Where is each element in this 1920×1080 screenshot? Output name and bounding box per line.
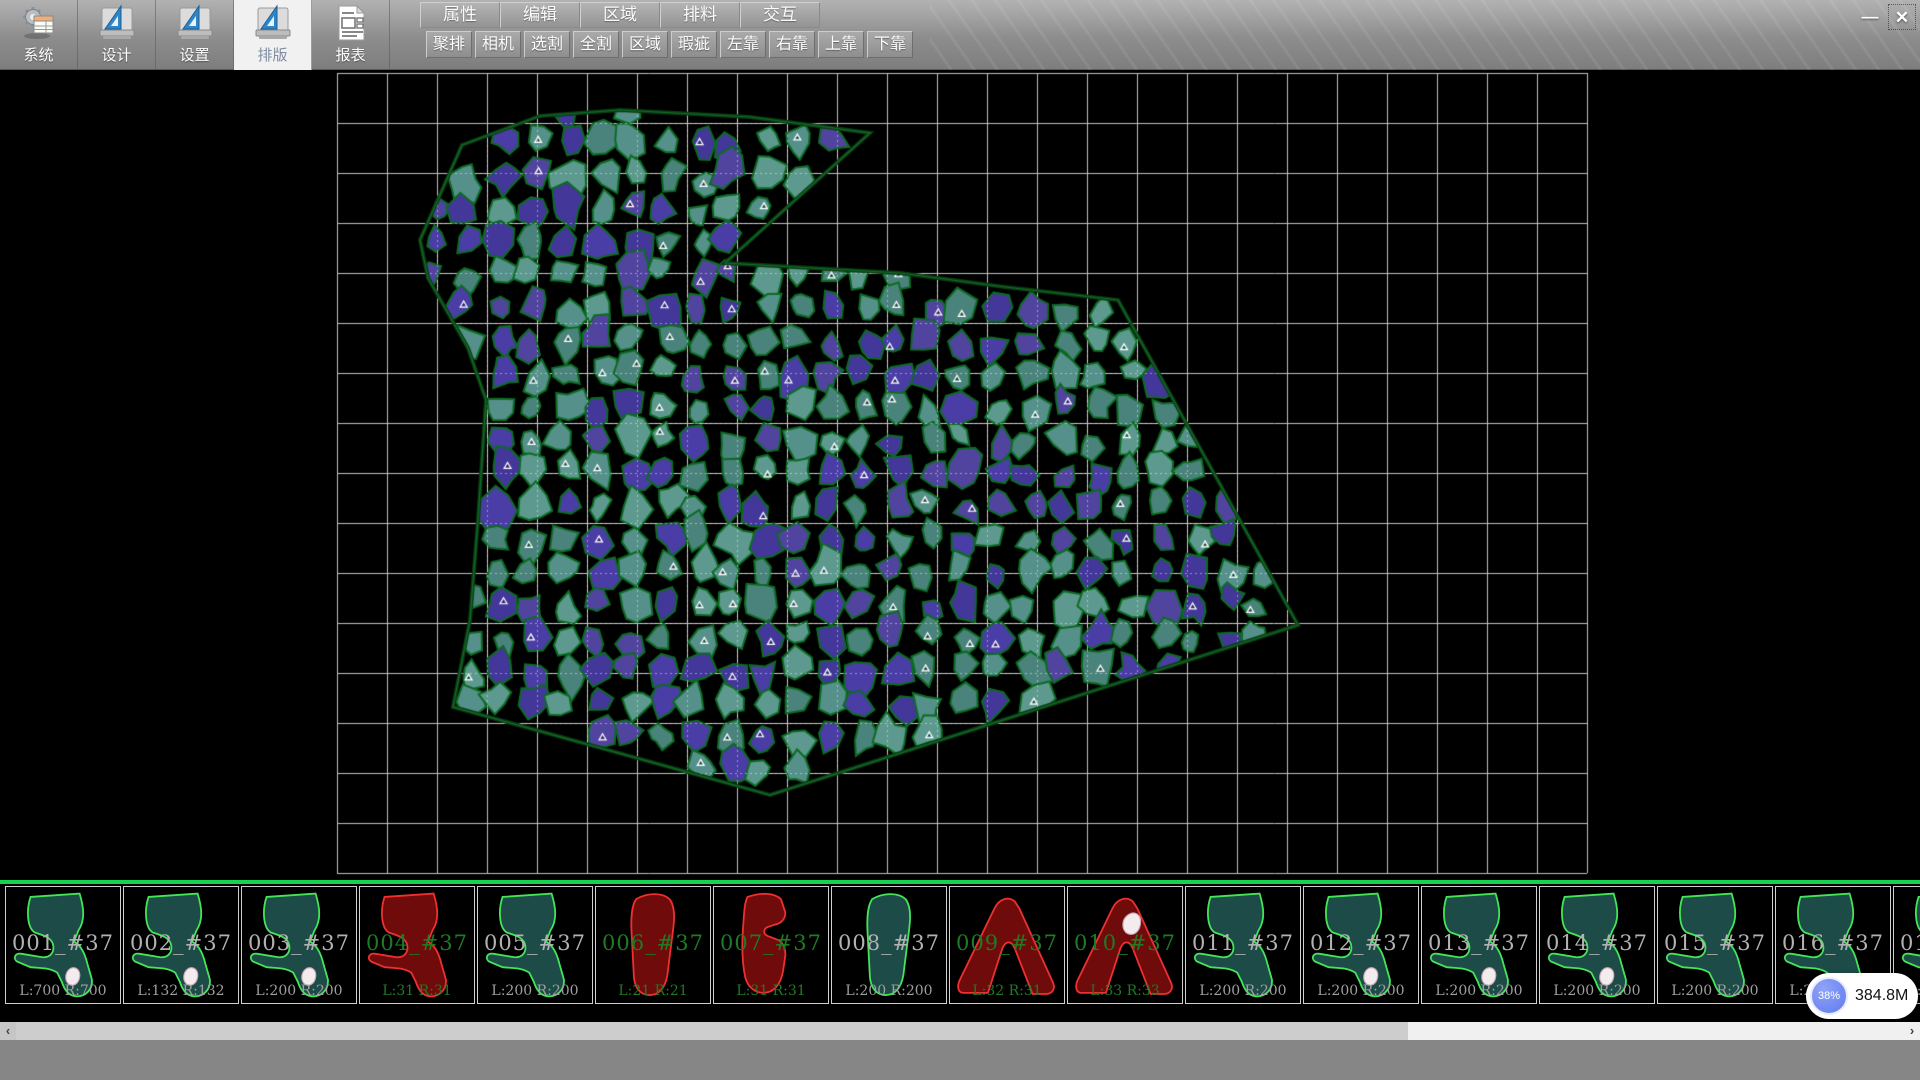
- thumbnail-cell[interactable]: 001_#37 L:700 R:700: [5, 886, 121, 1004]
- tool-button-camera[interactable]: 相机: [475, 31, 521, 58]
- thumbnail-cell[interactable]: 015_#37 L:200 R:200: [1657, 886, 1773, 1004]
- menu-tab-nesting[interactable]: 排料: [660, 2, 740, 28]
- thumbnail-id-label: 013_#37: [1422, 931, 1536, 955]
- left-toolbar: 系统 设计 设置 排版 报表: [0, 0, 390, 70]
- thumbnail-lr-count: L:200 R:200: [478, 983, 592, 999]
- thumbnail-lr-count: L:200 R:200: [1422, 983, 1536, 999]
- scrollbar-thumb[interactable]: [16, 1022, 1408, 1040]
- minimize-button[interactable]: —: [1856, 4, 1884, 30]
- horizontal-scrollbar[interactable]: ‹ ›: [0, 1022, 1920, 1040]
- status-badge: 38% 384.8M: [1806, 973, 1918, 1019]
- thumbnail-id-label: 008_#37: [832, 931, 946, 955]
- application-window: 系统 设计 设置 排版 报表 属性编辑区域排料交互 聚排相机选割全割区域瑕疵左靠…: [0, 0, 1920, 1080]
- left-toolbar-item-design[interactable]: 设计: [78, 0, 156, 70]
- thumbnail-lr-count: L:31 R:31: [360, 983, 474, 999]
- thumbnail-cell[interactable]: 002_#37 L:132 R:132: [123, 886, 239, 1004]
- thumbnail-cell[interactable]: 007_#37 L:31 R:31: [713, 886, 829, 1004]
- thumbnail-cell[interactable]: 013_#37 L:200 R:200: [1421, 886, 1537, 1004]
- scroll-left-arrow[interactable]: ‹: [0, 1022, 16, 1040]
- thumbnail-lr-count: L:33 R:33: [1068, 983, 1182, 999]
- report-icon: [331, 3, 371, 43]
- tool-button-cluster-nest[interactable]: 聚排: [426, 31, 472, 58]
- thumbnail-lr-count: L:200 R:200: [242, 983, 356, 999]
- tool-button-snap-top[interactable]: 上靠: [818, 31, 864, 58]
- thumbnail-lr-count: L:132 R:132: [124, 983, 238, 999]
- layout-ruler-icon: [253, 3, 293, 43]
- thumbnail-lr-count: L:200 R:200: [1186, 983, 1300, 999]
- scroll-right-arrow[interactable]: ›: [1904, 1022, 1920, 1040]
- menu-tab-properties[interactable]: 属性: [420, 2, 500, 28]
- thumbnail-id-label: 002_#37: [124, 931, 238, 955]
- thumbnail-lr-count: L:700 R:700: [6, 983, 120, 999]
- left-toolbar-label: 设置: [179, 44, 209, 65]
- tool-button-select-cut[interactable]: 选割: [524, 31, 570, 58]
- thumbnail-id-label: 005_#37: [478, 931, 592, 955]
- thumbnail-id-label: 010_#37: [1068, 931, 1182, 955]
- window-controls: — ✕: [1856, 4, 1916, 30]
- piece-thumbnail-strip: 001_#37 L:700 R:700 002_#37 L:132 R:132 00…: [0, 884, 1920, 1006]
- left-toolbar-item-system[interactable]: 系统: [0, 0, 78, 70]
- thumbnail-cell[interactable]: 010_#37 L:33 R:33: [1067, 886, 1183, 1004]
- thumbnail-cell[interactable]: 009_#37 L:32 R:31: [949, 886, 1065, 1004]
- left-toolbar-label: 排版: [257, 44, 287, 65]
- system-gear-icon: [19, 3, 59, 43]
- thumbnail-id-label: 004_#37: [360, 931, 474, 955]
- thumbnail-cell[interactable]: 012_#37 L:200 R:200: [1303, 886, 1419, 1004]
- left-toolbar-item-layout[interactable]: 排版: [234, 0, 312, 70]
- menu-tab-edit[interactable]: 编辑: [500, 2, 580, 28]
- tool-button-bar: 聚排相机选割全割区域瑕疵左靠右靠上靠下靠: [426, 31, 913, 58]
- thumbnail-lr-count: L:21 R:21: [596, 983, 710, 999]
- thumbnail-id-label: 001_#37: [6, 931, 120, 955]
- nesting-workspace-canvas[interactable]: [0, 70, 1920, 880]
- thumbnail-cell[interactable]: 014_#37 L:200 R:200: [1539, 886, 1655, 1004]
- memory-usage-value: 384.8M: [1855, 987, 1908, 1005]
- toolbar-hatch-decoration: [930, 0, 1920, 70]
- tool-button-snap-bottom[interactable]: 下靠: [867, 31, 913, 58]
- thumbnail-lr-count: L:200 R:200: [832, 983, 946, 999]
- progress-percent-badge: 38%: [1810, 977, 1848, 1015]
- thumbnail-id-label: 003_#37: [242, 931, 356, 955]
- menu-tab-bar: 属性编辑区域排料交互: [420, 2, 820, 28]
- thumbnail-cell[interactable]: 006_#37 L:21 R:21: [595, 886, 711, 1004]
- thumbnail-id-label: 016_#37: [1776, 931, 1890, 955]
- thumbnail-id-label: 017_#37: [1894, 931, 1920, 955]
- thumbnail-cell[interactable]: 005_#37 L:200 R:200: [477, 886, 593, 1004]
- tool-button-snap-right[interactable]: 右靠: [769, 31, 815, 58]
- thumbnail-lr-count: L:32 R:31: [950, 983, 1064, 999]
- menu-tab-region[interactable]: 区域: [580, 2, 660, 28]
- tool-button-defect[interactable]: 瑕疵: [671, 31, 717, 58]
- thumbnail-id-label: 011_#37: [1186, 931, 1300, 955]
- left-toolbar-item-report[interactable]: 报表: [312, 0, 390, 70]
- thumbnail-lr-count: L:31 R:31: [714, 983, 828, 999]
- left-toolbar-item-settings[interactable]: 设置: [156, 0, 234, 70]
- thumbnail-lr-count: L:200 R:200: [1304, 983, 1418, 999]
- bottom-status-bar: [0, 1040, 1920, 1080]
- left-toolbar-label: 报表: [335, 44, 365, 65]
- thumbnail-id-label: 015_#37: [1658, 931, 1772, 955]
- thumbnail-id-label: 009_#37: [950, 931, 1064, 955]
- thumbnail-lr-count: L:200 R:200: [1658, 983, 1772, 999]
- thumbnail-cell[interactable]: 004_#37 L:31 R:31: [359, 886, 475, 1004]
- thumbnail-id-label: 006_#37: [596, 931, 710, 955]
- thumbnail-id-label: 014_#37: [1540, 931, 1654, 955]
- left-toolbar-label: 系统: [23, 44, 53, 65]
- thumbnail-cell[interactable]: 003_#37 L:200 R:200: [241, 886, 357, 1004]
- thumbnail-id-label: 012_#37: [1304, 931, 1418, 955]
- design-ruler-icon: [97, 3, 137, 43]
- tool-button-snap-left[interactable]: 左靠: [720, 31, 766, 58]
- top-toolbar: 系统 设计 设置 排版 报表 属性编辑区域排料交互 聚排相机选割全割区域瑕疵左靠…: [0, 0, 1920, 70]
- tool-button-cut-all[interactable]: 全割: [573, 31, 619, 58]
- thumbnail-lr-count: L:200 R:200: [1540, 983, 1654, 999]
- tool-button-region[interactable]: 区域: [622, 31, 668, 58]
- menu-tab-interaction[interactable]: 交互: [740, 2, 820, 28]
- left-toolbar-label: 设计: [101, 44, 131, 65]
- thumbnail-cell[interactable]: 008_#37 L:200 R:200: [831, 886, 947, 1004]
- thumbnail-id-label: 007_#37: [714, 931, 828, 955]
- close-button[interactable]: ✕: [1888, 4, 1916, 30]
- thumbnail-cell[interactable]: 011_#37 L:200 R:200: [1185, 886, 1301, 1004]
- settings-ruler-icon: [175, 3, 215, 43]
